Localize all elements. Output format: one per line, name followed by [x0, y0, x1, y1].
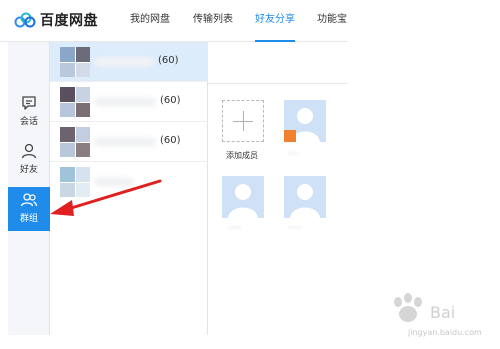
redacted-group-name — [94, 57, 154, 67]
person-icon — [21, 143, 37, 159]
redacted-group-name — [94, 137, 156, 147]
svg-text:Bai: Bai — [430, 303, 455, 322]
rail-label-conversations: 会话 — [19, 117, 38, 127]
member-name-redacted: ······ — [288, 224, 302, 232]
rail-item-conversations[interactable]: 会话 — [8, 90, 50, 132]
group-avatar — [60, 127, 90, 157]
left-rail: 会话 好友 群组 — [8, 42, 50, 335]
default-avatar-icon — [222, 176, 264, 218]
tab-transfer-list[interactable]: 传输列表 — [193, 0, 233, 42]
group-row[interactable]: (60) — [50, 82, 208, 122]
chat-icon — [22, 96, 36, 110]
add-member-label: 添加成员 — [226, 151, 258, 160]
tab-my-disk[interactable]: 我的网盘 — [130, 0, 170, 42]
member-name-redacted: ······ — [228, 224, 242, 232]
member-avatar[interactable] — [284, 176, 326, 218]
group-row[interactable] — [50, 162, 208, 202]
watermark-url: jingyan.baidu.com — [408, 328, 482, 337]
redacted-group-name — [94, 177, 134, 187]
member-name-redacted: ····· — [288, 150, 300, 158]
rail-label-friends: 好友 — [19, 165, 38, 175]
default-avatar-icon — [284, 176, 326, 218]
app-title: 百度网盘 — [40, 13, 98, 29]
tab-features[interactable]: 功能宝 — [317, 0, 348, 42]
rail-label-groups: 群组 — [19, 214, 38, 224]
top-bar: 百度网盘 我的网盘 传输列表 好友分享 功能宝 — [0, 0, 348, 42]
group-row[interactable]: (60) — [50, 122, 208, 162]
member-count: (60) — [158, 55, 179, 66]
member-count: (60) — [160, 95, 181, 106]
redacted-group-name — [94, 97, 156, 107]
group-members-panel: 添加成员 ····· ······ ······ — [208, 42, 348, 335]
member-avatar[interactable] — [284, 100, 326, 142]
tab-friend-share[interactable]: 好友分享 — [255, 0, 295, 42]
rail-item-friends[interactable]: 好友 — [8, 138, 50, 180]
rail-item-groups[interactable]: 群组 — [8, 187, 50, 231]
group-avatar — [60, 47, 90, 77]
add-member-button[interactable] — [222, 100, 264, 142]
group-list: (60) (60) (60) — [50, 42, 208, 335]
group-icon — [20, 193, 38, 207]
group-row[interactable]: (60) — [50, 42, 208, 82]
member-avatar[interactable] — [222, 176, 264, 218]
owner-badge-icon — [284, 130, 296, 142]
baidu-netdisk-window: 百度网盘 我的网盘 传输列表 好友分享 功能宝 会话 好友 群组 (60) (6… — [0, 0, 348, 335]
group-avatar — [60, 87, 90, 117]
app-logo[interactable]: 百度网盘 — [14, 10, 98, 30]
group-avatar — [60, 167, 90, 197]
panel-header — [208, 42, 348, 84]
cloud-logo-icon — [14, 12, 36, 28]
member-count: (60) — [160, 135, 181, 146]
